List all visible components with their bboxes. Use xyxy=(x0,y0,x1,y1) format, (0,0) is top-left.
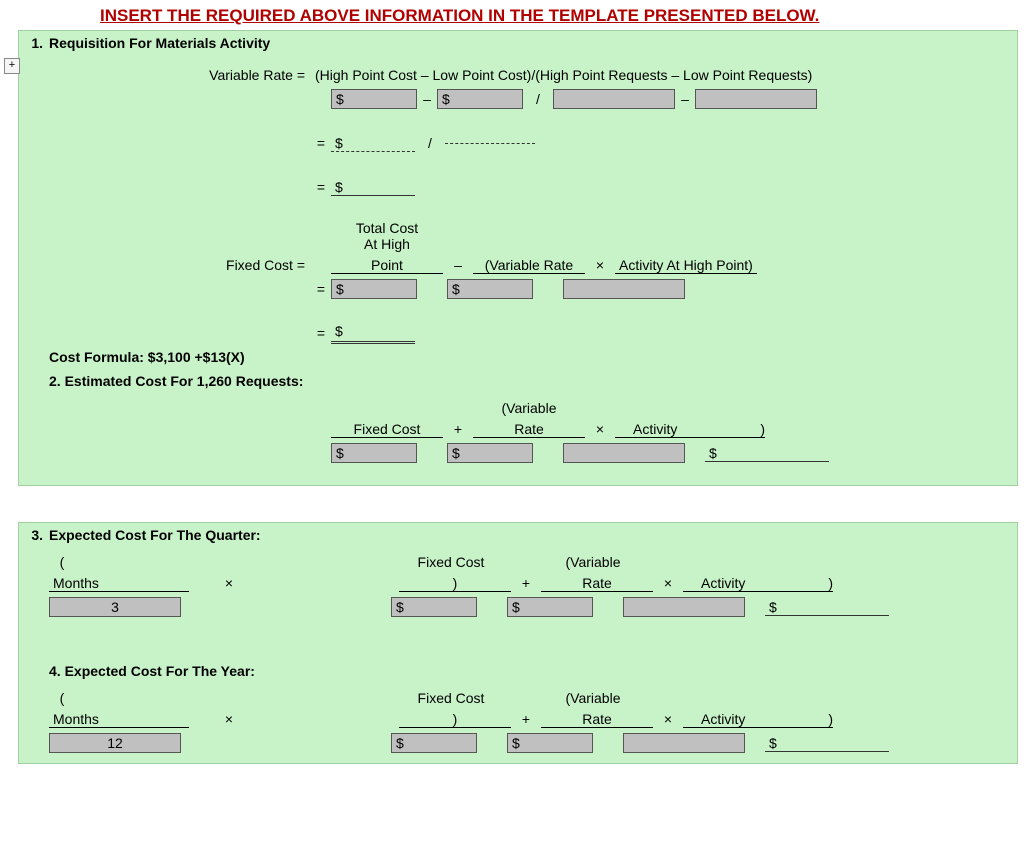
vrate2-hdr-a: (Variable xyxy=(473,400,585,416)
total-cost-hdr-3: Point xyxy=(331,257,443,274)
times-op-3a: × xyxy=(189,575,269,591)
activity-input-2[interactable] xyxy=(563,443,685,463)
section-3-title: Expected Cost For The Quarter: xyxy=(49,527,261,543)
plus-op-4: + xyxy=(511,711,541,727)
times-op-4a: × xyxy=(189,711,269,727)
times-op-4b: × xyxy=(653,711,683,727)
vrate-hdr-3a: (Variable xyxy=(537,554,649,570)
cost-diff-result: $ xyxy=(331,135,415,152)
vrate2-hdr-b: Rate xyxy=(473,421,585,438)
plus-op: + xyxy=(443,421,473,437)
est-cost-result: $ xyxy=(705,445,829,462)
fixed-cost-input-2[interactable]: $ xyxy=(331,443,417,463)
plus-op-3: + xyxy=(511,575,541,591)
requests-diff-result xyxy=(445,143,535,144)
section-3-number: 3. xyxy=(23,527,49,543)
vrate-input-4[interactable]: $ xyxy=(507,733,593,753)
equals-3: = xyxy=(311,281,331,297)
low-point-requests-input[interactable] xyxy=(695,89,817,109)
fixed-cost-hdr-3a: Fixed Cost xyxy=(395,554,507,570)
months-input-4[interactable]: 12 xyxy=(49,733,181,753)
section-1-2: 1. Requisition For Materials Activity Va… xyxy=(18,30,1018,486)
fixed-cost-input-3[interactable]: $ xyxy=(391,597,477,617)
activity-high-hdr: Activity At High Point) xyxy=(615,257,757,274)
activity-high-input[interactable] xyxy=(563,279,685,299)
divide-op: / xyxy=(523,91,553,107)
expand-icon[interactable]: + xyxy=(4,58,20,74)
open-paren-4: ( xyxy=(49,690,75,706)
vrate-hdr-4a: (Variable xyxy=(537,690,649,706)
divide-op-2: / xyxy=(415,135,445,151)
total-cost-hdr-1: Total Cost xyxy=(331,220,443,236)
high-point-cost-input[interactable]: $ xyxy=(331,89,417,109)
fixed-cost-label: Fixed Cost = xyxy=(23,257,311,273)
equals-2: = xyxy=(311,179,331,195)
fixed-cost-result: $ xyxy=(331,323,415,344)
minus-op-2: – xyxy=(675,91,695,107)
activity-input-4[interactable] xyxy=(623,733,745,753)
vrate-hdr-4b: Rate xyxy=(541,711,653,728)
fixed-cost-hdr-4b: ) xyxy=(399,711,511,728)
total-cost-hdr-2: At High xyxy=(331,236,443,252)
open-paren-3: ( xyxy=(49,554,75,570)
section-gap xyxy=(18,486,1018,522)
variable-rate-result: $ xyxy=(331,179,415,196)
months-input-3[interactable]: 3 xyxy=(49,597,181,617)
variable-rate-label: Variable Rate = xyxy=(23,67,311,83)
activity-hdr-4: Activity xyxy=(701,711,745,727)
cost-formula: Cost Formula: $3,100 +$13(X) xyxy=(49,349,245,365)
fixed-cost-input-4[interactable]: $ xyxy=(391,733,477,753)
year-cost-result: $ xyxy=(765,735,889,752)
instruction-heading: INSERT THE REQUIRED ABOVE INFORMATION IN… xyxy=(0,0,1024,30)
close-paren-3: ) xyxy=(828,575,833,591)
months-hdr-4: Months xyxy=(49,711,189,728)
total-cost-high-input[interactable]: $ xyxy=(331,279,417,299)
equals-4: = xyxy=(311,325,331,341)
activity-input-3[interactable] xyxy=(623,597,745,617)
close-paren-4: ) xyxy=(828,711,833,727)
times-op-3b: × xyxy=(653,575,683,591)
section-1-number: 1. xyxy=(23,35,49,51)
fixed-cost-hdr: Fixed Cost xyxy=(331,421,443,438)
minus-op: – xyxy=(417,91,437,107)
months-hdr-3: Months xyxy=(49,575,189,592)
activity-hdr-3: Activity xyxy=(701,575,745,591)
fixed-cost-hdr-3b: ) xyxy=(399,575,511,592)
vrate-input-3[interactable]: $ xyxy=(507,597,593,617)
section-2-title: 2. Estimated Cost For 1,260 Requests: xyxy=(49,373,303,389)
times-op: × xyxy=(585,257,615,273)
vrate-input[interactable]: $ xyxy=(447,279,533,299)
activity-hdr: Activity xyxy=(633,421,677,437)
fixed-cost-hdr-4a: Fixed Cost xyxy=(395,690,507,706)
vrate-input-2[interactable]: $ xyxy=(447,443,533,463)
times-op-2: × xyxy=(585,421,615,437)
minus-op-3: – xyxy=(443,257,473,273)
low-point-cost-input[interactable]: $ xyxy=(437,89,523,109)
section-4-title: 4. Expected Cost For The Year: xyxy=(49,663,255,679)
section-3-4: 3. Expected Cost For The Quarter: ( Fixe… xyxy=(18,522,1018,764)
high-point-requests-input[interactable] xyxy=(553,89,675,109)
variable-rate-formula: (High Point Cost – Low Point Cost)/(High… xyxy=(311,67,1013,83)
section-1-title: Requisition For Materials Activity xyxy=(49,35,270,51)
vrate-hdr-3b: Rate xyxy=(541,575,653,592)
vrate-hdr: (Variable Rate xyxy=(473,257,585,274)
equals-1: = xyxy=(311,135,331,151)
quarter-cost-result: $ xyxy=(765,599,889,616)
close-paren-1: ) xyxy=(760,421,765,437)
